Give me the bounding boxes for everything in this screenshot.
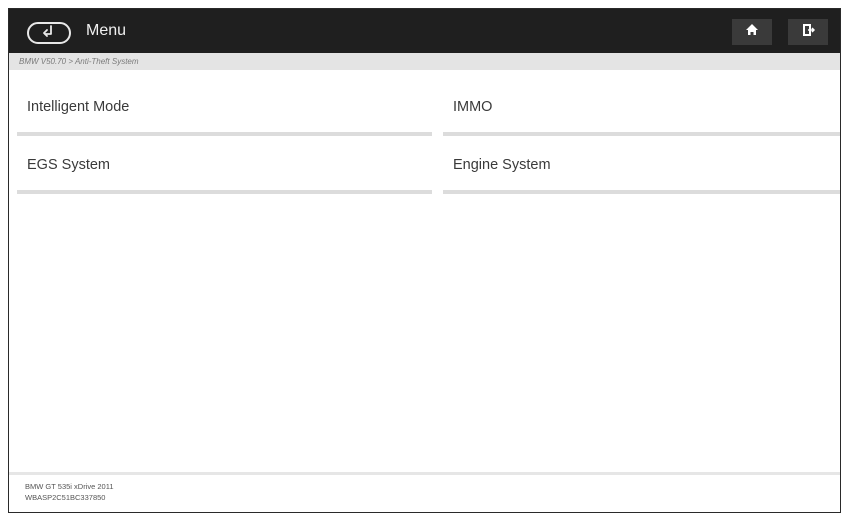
menu-item-intelligent-mode[interactable]: Intelligent Mode bbox=[17, 81, 432, 136]
exit-icon bbox=[802, 23, 815, 42]
app-window: Menu BMW V50.70 > Anti-Theft System Inte… bbox=[8, 8, 841, 513]
page-title: Menu bbox=[86, 22, 127, 39]
menu-item-engine-system[interactable]: Engine System bbox=[443, 139, 840, 194]
top-bar: Menu bbox=[9, 9, 840, 53]
menu-item-immo[interactable]: IMMO bbox=[443, 81, 840, 136]
back-arrow-icon bbox=[41, 24, 57, 42]
menu-item-egs-system[interactable]: EGS System bbox=[17, 139, 432, 194]
home-icon bbox=[745, 23, 759, 41]
home-button[interactable] bbox=[732, 19, 772, 45]
vehicle-info-footer: BMW GT 535i xDrive 2011 WBASP2C51BC33785… bbox=[9, 472, 840, 512]
vehicle-name: BMW GT 535i xDrive 2011 bbox=[25, 482, 114, 491]
vin-number: WBASP2C51BC337850 bbox=[25, 493, 106, 502]
breadcrumb: BMW V50.70 > Anti-Theft System bbox=[9, 53, 840, 70]
back-button[interactable] bbox=[27, 22, 71, 44]
exit-button[interactable] bbox=[788, 19, 828, 45]
